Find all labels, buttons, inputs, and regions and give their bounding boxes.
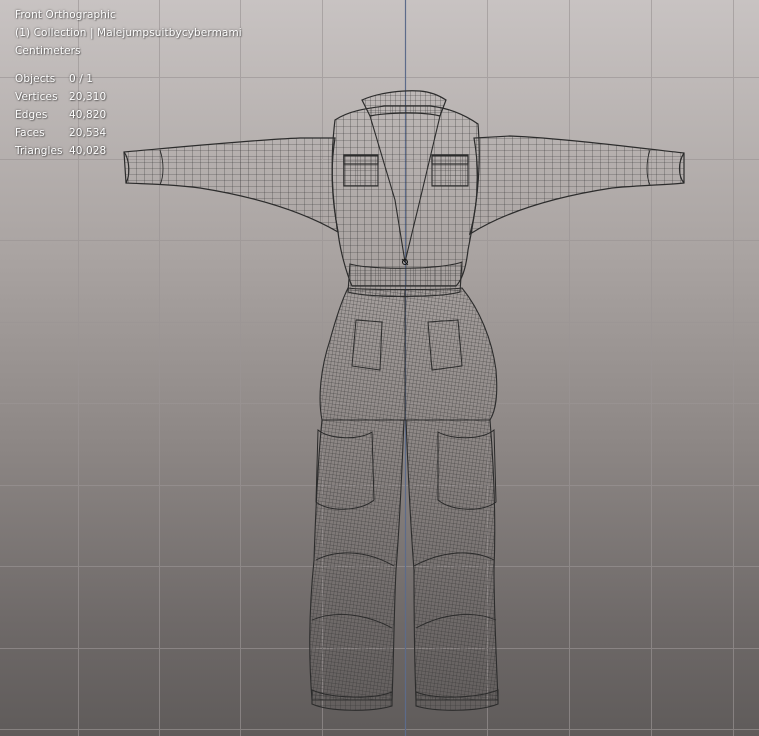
stat-faces: Faces 20,534 <box>15 124 242 142</box>
stat-value: 0 / 1 <box>69 73 94 85</box>
collar <box>361 90 447 117</box>
stat-label: Objects <box>15 73 56 85</box>
right-chest-pocket <box>431 155 469 187</box>
object-origin-icon <box>401 258 409 266</box>
units-label: Centimeters <box>15 45 81 57</box>
stat-value: 40,820 <box>69 109 107 121</box>
stat-label: Faces <box>15 127 45 139</box>
collection-info: (1) Collection | Malejumpsuitbycybermami <box>15 27 242 39</box>
view-name: Front Orthographic <box>15 9 116 21</box>
scene-statistics: Objects 0 / 1 Vertices 20,310 Edges 40,8… <box>15 70 242 160</box>
hip-section <box>319 287 498 421</box>
viewport-info-overlay: Front Orthographic (1) Collection | Male… <box>15 6 242 160</box>
stat-value: 20,534 <box>69 127 107 139</box>
stat-label: Triangles <box>15 145 63 157</box>
stat-label: Vertices <box>15 91 58 103</box>
stat-triangles: Triangles 40,028 <box>15 142 242 160</box>
stat-objects: Objects 0 / 1 <box>15 70 242 88</box>
stat-vertices: Vertices 20,310 <box>15 88 242 106</box>
left-chest-pocket <box>343 155 379 187</box>
right-sleeve <box>469 135 685 236</box>
3d-viewport[interactable]: Front Orthographic (1) Collection | Male… <box>0 0 759 736</box>
stat-value: 40,028 <box>69 145 107 157</box>
stat-edges: Edges 40,820 <box>15 106 242 124</box>
right-pant-leg <box>405 419 499 701</box>
left-pant-leg <box>309 419 405 701</box>
stat-value: 20,310 <box>69 91 107 103</box>
stat-label: Edges <box>15 109 48 121</box>
